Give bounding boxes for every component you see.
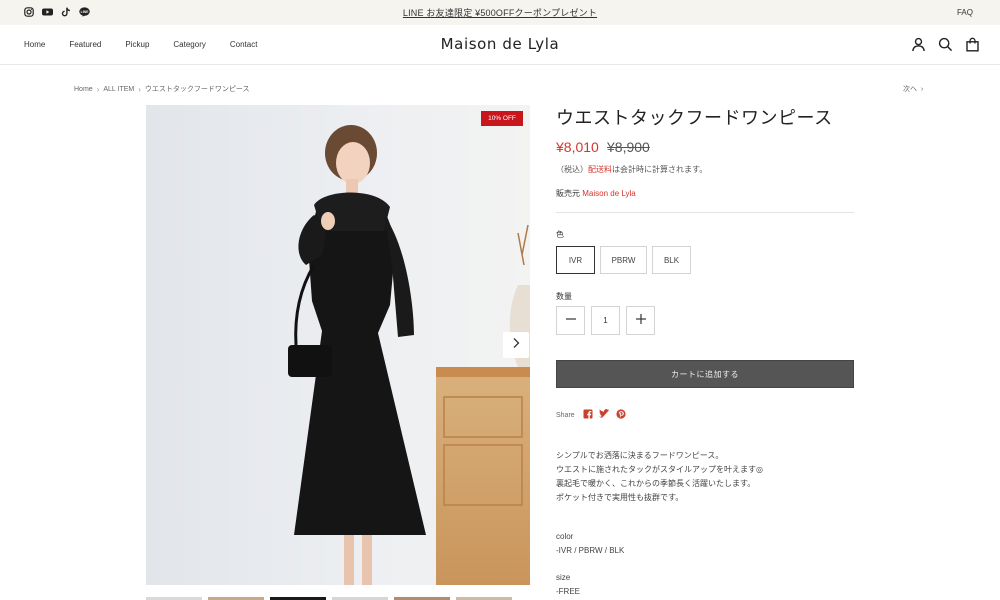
product-description: シンプルでお洒落に決まるフードワンピース。 ウエストに施されたタックがスタイルア… [556,449,763,505]
site-header: Home Featured Pickup Category Contact Ma… [0,25,1000,65]
compare-price: ¥8,900 [607,139,650,155]
product-title: ウエストタックフードワンピース [556,108,833,128]
next-label: 次へ [903,86,917,93]
divider [556,212,854,213]
vendor: 販売元 Maison de Lyla [556,188,636,199]
chevron-right-icon: › [918,86,924,93]
color-option-ivr[interactable]: IVR [556,246,595,274]
pinterest-icon[interactable] [616,406,626,424]
spec-size-value: -FREE [556,587,580,596]
tax-prefix: （税込） [556,165,588,174]
description-line: シンプルでお洒落に決まるフードワンピース。 [556,451,724,460]
color-label: 色 [556,230,564,239]
spec-size-label: size [556,573,571,582]
announcement-link[interactable]: LINE お友達限定 ¥500OFFクーポンプレゼント [0,6,1000,19]
chevron-right-icon [511,336,521,354]
description-line: ウエストに施されたタックがスタイルアップを叶えます◎ [556,465,763,474]
description-line: 裏起毛で暖かく、これからの季節長く活躍いたします。 [556,479,756,488]
facebook-icon[interactable] [583,406,593,424]
gallery-next-button[interactable] [503,332,529,358]
quantity-label: 数量 [556,292,572,301]
quantity-decrease-button[interactable] [556,306,585,335]
site-logo[interactable]: Maison de Lyla [0,35,1000,53]
product-image[interactable] [146,105,530,585]
description-line: ポケット付きで実用性も抜群です。 [556,493,684,502]
color-option-blk[interactable]: BLK [652,246,691,274]
vendor-link[interactable]: Maison de Lyla [582,189,636,198]
cart-icon[interactable] [965,37,980,57]
breadcrumb: Home › ALL ITEM › ウエストタックフードワンピース [74,84,250,94]
tax-note: （税込）配送料は会計時に計算されます。 [556,164,707,175]
share-bar: Share [556,406,626,424]
spec-color-label: color [556,532,574,541]
spec-size: size -FREE [556,571,580,599]
sale-badge: 10% OFF [481,111,523,126]
quantity-increase-button[interactable] [626,306,655,335]
faq-link[interactable]: FAQ [957,8,973,17]
product-photo-illustration [146,105,530,585]
plus-icon [635,312,647,330]
share-label: Share [556,411,575,419]
account-icon[interactable] [911,37,926,57]
sale-price: ¥8,010 [556,139,599,155]
twitter-icon[interactable] [598,406,610,424]
breadcrumb-current: ウエストタックフードワンピース [144,86,250,93]
tax-suffix: は会計時に計算されます。 [612,165,708,174]
color-option-pbrw[interactable]: PBRW [600,246,647,274]
minus-icon [565,312,577,330]
vendor-label: 販売元 [556,189,580,198]
breadcrumb-all-item[interactable]: ALL ITEM [103,86,134,93]
quantity-input[interactable]: 1 [591,306,620,335]
next-product-link[interactable]: 次へ › [903,84,923,94]
shipping-link[interactable]: 配送料 [588,165,612,174]
chevron-right-icon: › [96,84,100,94]
search-icon[interactable] [938,37,953,57]
spec-color-value: -IVR / PBRW / BLK [556,546,625,555]
spec-color: color -IVR / PBRW / BLK [556,530,624,558]
announcement-bar: LINE LINE お友達限定 ¥500OFFクーポンプレゼント FAQ [0,0,1000,25]
breadcrumb-home[interactable]: Home [74,86,93,93]
chevron-right-icon: › [138,84,141,94]
add-to-cart-button[interactable]: カートに追加する [556,360,854,388]
header-icons [911,37,980,57]
